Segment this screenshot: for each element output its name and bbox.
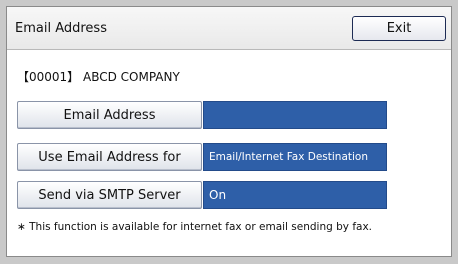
- send-via-smtp-server-button[interactable]: Send via SMTP Server: [17, 181, 202, 209]
- send-via-smtp-row: Send via SMTP Server On: [17, 181, 387, 209]
- email-address-button[interactable]: Email Address: [17, 101, 202, 129]
- use-email-address-for-button[interactable]: Use Email Address for: [17, 143, 202, 171]
- exit-button[interactable]: Exit: [352, 16, 446, 41]
- email-address-row: Email Address: [17, 101, 387, 129]
- use-email-address-for-value: Email/Internet Fax Destination: [203, 143, 387, 171]
- send-via-smtp-server-value: On: [203, 181, 387, 209]
- use-email-address-for-row: Use Email Address for Email/Internet Fax…: [17, 143, 387, 171]
- email-address-panel: Email Address Exit 【00001】 ABCD COMPANY …: [6, 6, 452, 257]
- footnote: ∗ This function is available for interne…: [17, 221, 373, 233]
- email-address-value: [203, 101, 387, 129]
- company-label: 【00001】 ABCD COMPANY: [17, 70, 180, 84]
- page-title: Email Address: [15, 21, 107, 36]
- title-bar: Email Address Exit: [7, 7, 451, 50]
